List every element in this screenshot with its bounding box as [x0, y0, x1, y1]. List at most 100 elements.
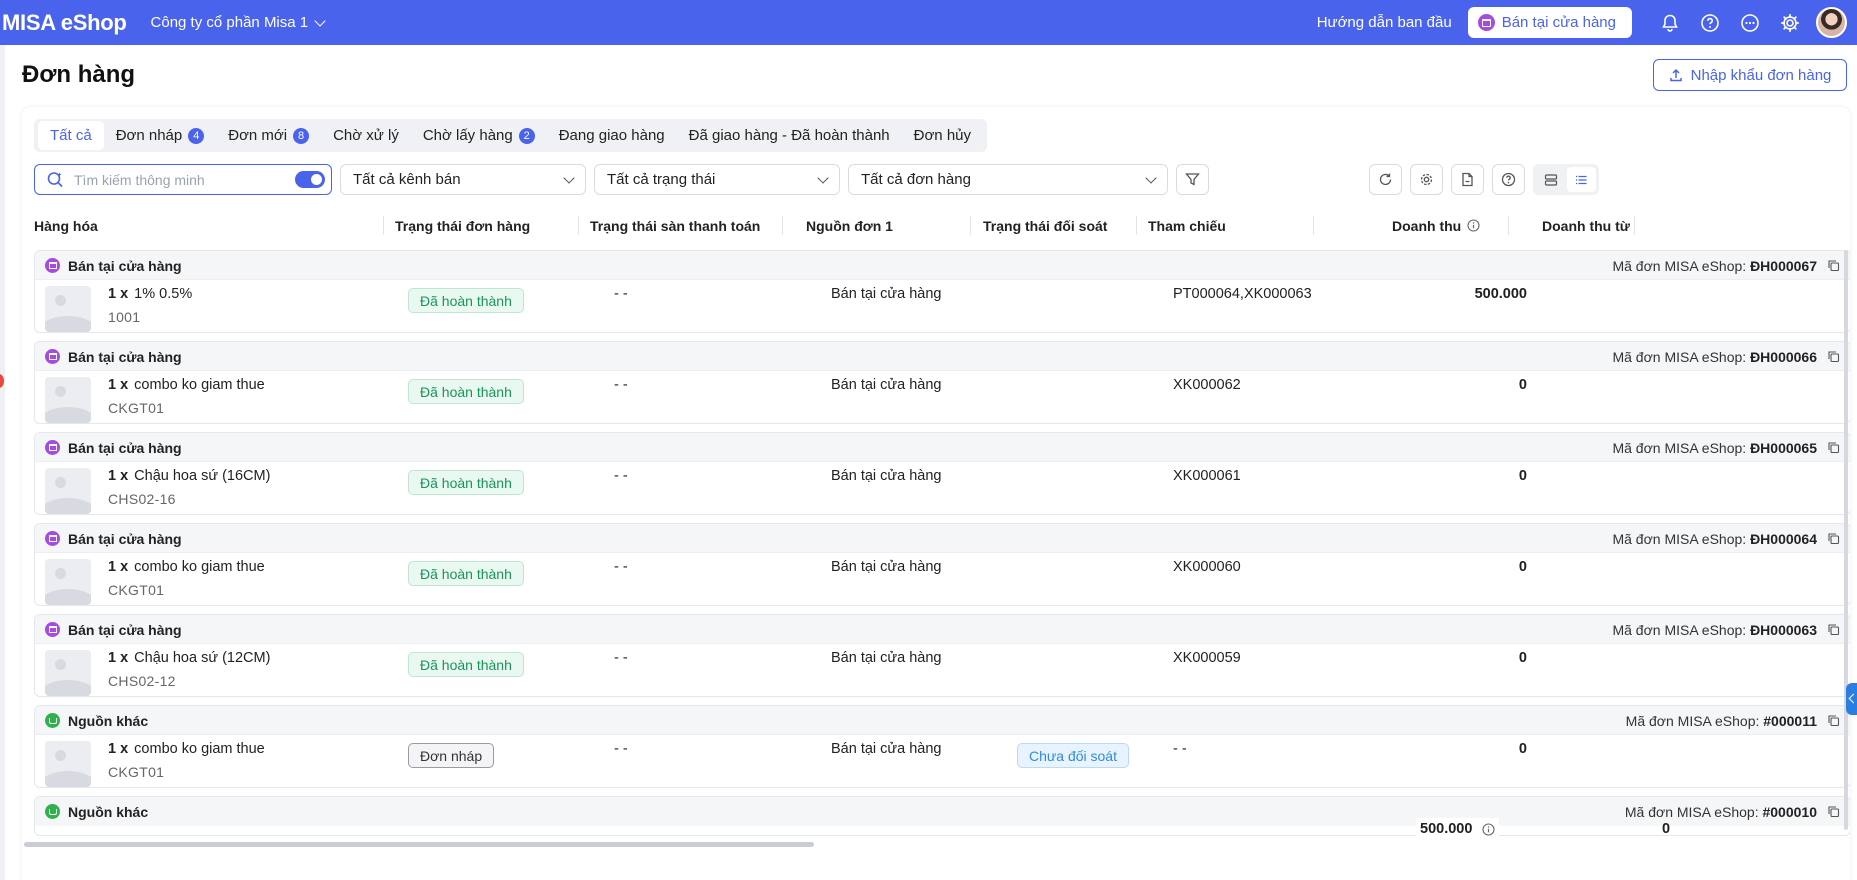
col-order-status[interactable]: Trạng thái đơn hàng: [395, 208, 530, 243]
tab-delivered-completed[interactable]: Đã giao hàng - Đã hoàn thành: [677, 121, 902, 150]
cart-icon: [45, 804, 60, 819]
reconcile-status-badge: Chưa đối soát: [1017, 743, 1129, 768]
reference: XK000062: [1173, 377, 1241, 393]
col-source[interactable]: Nguồn đơn 1: [806, 208, 893, 243]
getting-started-link[interactable]: Hướng dẫn ban đầu: [1317, 14, 1452, 31]
help-button[interactable]: [1492, 164, 1525, 195]
import-orders-button[interactable]: Nhập khẩu đơn hàng: [1653, 59, 1847, 91]
tab-label: Đơn hủy: [913, 127, 972, 144]
product-sku: CKGT01: [108, 582, 165, 598]
copy-icon[interactable]: [1827, 532, 1840, 545]
order-code[interactable]: ĐH000064: [1750, 531, 1817, 547]
vertical-scrollbar[interactable]: [1844, 250, 1848, 830]
order-group[interactable]: Bán tại cửa hàng Mã đơn MISA eShop: ĐH00…: [34, 250, 1850, 333]
order-group[interactable]: Nguồn khác Mã đơn MISA eShop: #000010: [34, 796, 1850, 836]
order-group[interactable]: Bán tại cửa hàng Mã đơn MISA eShop: ĐH00…: [34, 432, 1850, 515]
product-image-placeholder: [45, 741, 91, 787]
order-row[interactable]: 1 x Chậu hoa sứ (16CM) CHS02-16 Đã hoàn t…: [35, 462, 1850, 514]
col-revenue[interactable]: Doanh thu: [1392, 208, 1480, 243]
product-sku: CKGT01: [108, 764, 165, 780]
order-row[interactable]: 1 x combo ko giam thue CKGT01 Đơn nháp - …: [35, 735, 1850, 787]
copy-icon[interactable]: [1827, 714, 1840, 727]
tab-awaiting-pickup[interactable]: Chờ lấy hàng 2: [411, 121, 547, 150]
channel-select-value: Tất cả kênh bán: [353, 171, 461, 188]
product-sku: 1001: [108, 309, 141, 325]
tab-cancelled[interactable]: Đơn hủy: [902, 121, 983, 150]
sell-at-store-button[interactable]: Bán tại cửa hàng: [1467, 7, 1632, 38]
col-product[interactable]: Hàng hóa: [34, 208, 98, 243]
info-icon[interactable]: [1467, 219, 1480, 232]
order-code[interactable]: #000010: [1762, 804, 1817, 820]
copy-icon[interactable]: [1827, 623, 1840, 636]
chevron-down-icon: [314, 14, 326, 27]
orders-select[interactable]: Tất cả đơn hàng: [848, 164, 1168, 195]
store-icon: [45, 622, 60, 637]
list-view-button[interactable]: [1567, 167, 1596, 192]
store-icon: [45, 440, 60, 455]
smart-search-input[interactable]: Tìm kiếm thông minh: [34, 164, 332, 195]
more-icon[interactable]: [1730, 0, 1770, 45]
order-code[interactable]: ĐH000063: [1750, 622, 1817, 638]
product-line: 1 x combo ko giam thue: [108, 741, 265, 757]
order-group[interactable]: Bán tại cửa hàng Mã đơn MISA eShop: ĐH00…: [34, 523, 1850, 606]
order-source: Bán tại cửa hàng: [831, 559, 942, 575]
tab-shipping[interactable]: Đang giao hàng: [547, 121, 677, 150]
reference: XK000060: [1173, 559, 1241, 575]
order-row[interactable]: 1 x combo ko giam thue CKGT01 Đã hoàn thà…: [35, 553, 1850, 605]
refresh-button[interactable]: [1369, 164, 1402, 195]
channel-select[interactable]: Tất cả kênh bán: [340, 164, 586, 195]
horizontal-scrollbar[interactable]: [24, 842, 814, 847]
export-button[interactable]: [1451, 164, 1484, 195]
order-status-badge: Đã hoàn thành: [408, 561, 524, 586]
copy-icon[interactable]: [1827, 441, 1840, 454]
store-icon: [45, 349, 60, 364]
company-switcher[interactable]: Công ty cổ phần Misa 1: [151, 14, 326, 31]
filter-button[interactable]: [1176, 164, 1209, 195]
brand-logo[interactable]: MISA eShop: [2, 10, 127, 36]
order-code[interactable]: ĐH000067: [1750, 258, 1817, 274]
order-code[interactable]: #000011: [1763, 713, 1817, 729]
copy-icon[interactable]: [1827, 805, 1840, 818]
order-code[interactable]: ĐH000066: [1750, 349, 1817, 365]
smart-search-toggle[interactable]: [295, 171, 325, 188]
user-avatar[interactable]: [1816, 7, 1847, 38]
store-icon: [45, 531, 60, 546]
status-select[interactable]: Tất cả trạng thái: [594, 164, 840, 195]
col-revenue-from[interactable]: Doanh thu từ: [1542, 208, 1630, 243]
tab-new[interactable]: Đơn mới 8: [216, 121, 321, 150]
order-status-badge: Đã hoàn thành: [408, 652, 524, 677]
tab-processing[interactable]: Chờ xử lý: [321, 121, 411, 150]
order-source-label: Bán tại cửa hàng: [68, 621, 182, 638]
tab-label: Đơn mới: [228, 127, 288, 144]
order-code[interactable]: ĐH000065: [1750, 440, 1817, 456]
order-code-label: Mã đơn MISA eShop:: [1612, 439, 1747, 456]
order-source: Bán tại cửa hàng: [831, 468, 942, 484]
revenue-total: 500.000: [1416, 818, 1500, 840]
settings-button[interactable]: [1410, 164, 1443, 195]
col-reconcile[interactable]: Trạng thái đối soát: [983, 208, 1107, 243]
tab-draft[interactable]: Đơn nháp 4: [104, 121, 217, 150]
copy-icon[interactable]: [1827, 259, 1840, 272]
order-code-label: Mã đơn MISA eShop:: [1624, 803, 1759, 820]
product-name: combo ko giam thue: [134, 559, 265, 575]
bell-icon[interactable]: [1650, 0, 1690, 45]
gear-icon[interactable]: [1770, 0, 1810, 45]
help-icon[interactable]: [1690, 0, 1730, 45]
col-reference[interactable]: Tham chiếu: [1148, 208, 1226, 243]
tab-all[interactable]: Tất cả: [38, 121, 104, 150]
order-row[interactable]: 1 x combo ko giam thue CKGT01 Đã hoàn thà…: [35, 371, 1850, 423]
page-title: Đơn hàng: [22, 61, 136, 88]
order-group[interactable]: Nguồn khác Mã đơn MISA eShop: #000011 1 …: [34, 705, 1850, 788]
card-view-button[interactable]: [1536, 167, 1565, 192]
orders-select-value: Tất cả đơn hàng: [861, 171, 971, 188]
info-icon[interactable]: [1482, 822, 1495, 836]
help-icon: [1501, 172, 1516, 187]
order-group[interactable]: Bán tại cửa hàng Mã đơn MISA eShop: ĐH00…: [34, 614, 1850, 697]
col-payment-status[interactable]: Trạng thái sàn thanh toán: [590, 208, 760, 243]
side-panel-toggle[interactable]: [1846, 683, 1857, 715]
order-row[interactable]: 1 x 1% 0.5% 1001 Đã hoàn thành - - Bán tạ…: [35, 280, 1850, 332]
order-group[interactable]: Bán tại cửa hàng Mã đơn MISA eShop: ĐH00…: [34, 341, 1850, 424]
order-row[interactable]: 1 x Chậu hoa sứ (12CM) CHS02-12 Đã hoàn t…: [35, 644, 1850, 696]
reference: PT000064,XK000063: [1173, 286, 1312, 302]
copy-icon[interactable]: [1827, 350, 1840, 363]
